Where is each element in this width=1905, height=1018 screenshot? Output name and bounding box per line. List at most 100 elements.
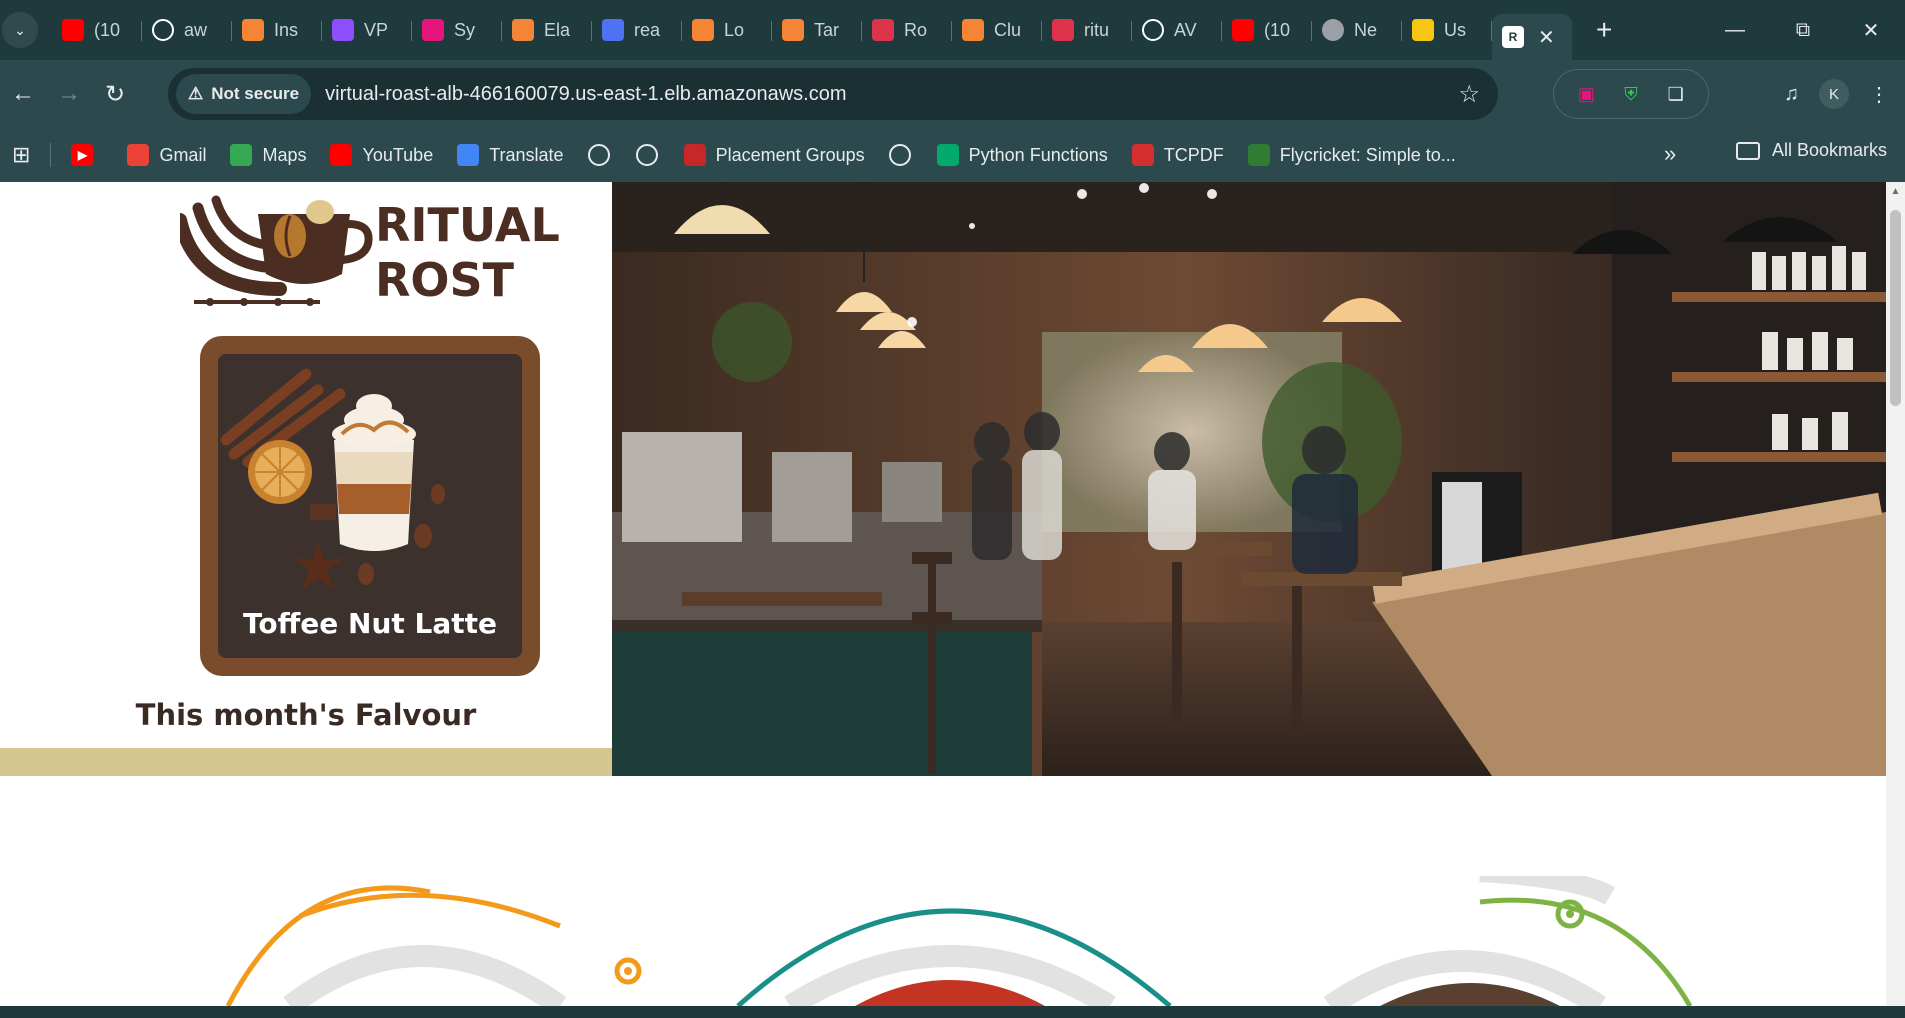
tab-label: ritu [1084,19,1110,40]
aws-rekognition-icon [602,19,624,41]
bookmark-0[interactable]: Gmail [127,144,206,166]
reload-button[interactable]: ↻ [92,71,138,117]
new-tab-button[interactable]: + [1596,14,1612,46]
bookmark-4[interactable] [587,144,620,166]
tab-13[interactable]: (10 [1222,9,1312,51]
more-menu-icon[interactable]: ⋮ [1869,82,1889,107]
browser-toolbar: ← → ↻ ⚠ Not secure virtual-roast-alb-466… [0,60,1905,128]
bookmark-7[interactable] [888,144,921,166]
tab-15[interactable]: Us [1402,9,1492,51]
media-control-icon[interactable]: ♫ [1784,83,1799,106]
extension-search-icon[interactable]: ▣ [1573,81,1599,107]
tab-4[interactable]: Sy [412,9,502,51]
all-bookmarks-label: All Bookmarks [1771,140,1887,160]
aws-target-group-icon [782,19,804,41]
bookmark-label: Maps [262,144,307,165]
tab-7[interactable]: Lo [682,9,772,51]
placement-groups-icon [683,144,706,166]
bookmark-5[interactable] [635,144,668,166]
featured-drink-card[interactable]: Toffee Nut Latte [200,336,540,676]
tab-label: (10 [94,19,121,40]
profile-avatar[interactable]: K [1819,79,1849,109]
bookmark-separator [50,143,52,167]
tab-6[interactable]: rea [592,9,682,51]
address-bar[interactable]: ⚠ Not secure virtual-roast-alb-466160079… [168,68,1498,120]
tab-14[interactable]: Ne [1312,9,1402,51]
bookmarks-overflow-icon[interactable]: » [1664,141,1676,167]
bookmark-6[interactable]: Placement Groups [683,144,865,166]
tab-2[interactable]: Ins [232,9,322,51]
featured-drink-title: Toffee Nut Latte [242,607,498,640]
feature-circle-1[interactable] [225,885,642,1006]
shield-icon[interactable]: ⛨ [1618,81,1644,107]
feature-circle-2[interactable] [736,908,1172,1006]
restore-icon[interactable]: ⧉ [1769,19,1837,42]
tab-label: Ne [1354,19,1378,40]
reload-icon: ↻ [104,80,126,108]
feature-circle-3[interactable] [1323,876,1693,1006]
site-security-chip[interactable]: ⚠ Not secure [176,74,312,114]
bookmark-label: TCPDF [1163,144,1224,165]
close-window-icon[interactable]: ✕ [1837,18,1905,43]
extensions-group: ▣ ⛨ ❏ [1553,69,1709,119]
security-label: Not secure [211,84,300,103]
all-bookmarks-button[interactable]: All Bookmarks [1735,140,1887,161]
tab-5[interactable]: Ela [502,9,592,51]
aws-load-balancer-icon [692,19,714,41]
tab-11[interactable]: ritu [1042,9,1132,51]
bookmark-1[interactable]: Maps [230,144,306,166]
tab-label: AV [1174,19,1197,40]
forward-button[interactable]: → [46,71,92,117]
window-controls: — ⧉ ✕ [1701,0,1905,60]
tab-label: (10 [1264,19,1291,40]
tab-0[interactable]: (10 [52,9,142,51]
tab-3[interactable]: VP [322,9,412,51]
scrollbar-thumb[interactable] [1890,210,1901,406]
toolbar-right: ♫ K ⋮ [1784,70,1889,118]
bookmark-2[interactable]: YouTube [330,144,433,166]
bookmark-youtube-icon-only[interactable]: ▶ [71,144,103,166]
tab-label: Ins [274,19,299,40]
arrow-left-icon: ← [11,80,35,107]
bookmark-label: Gmail [159,144,207,165]
minimize-icon[interactable]: — [1701,19,1769,42]
close-tab-icon[interactable]: ✕ [1538,25,1555,50]
apps-grid-icon[interactable]: ⊞ [12,142,30,168]
tab-label: aw [184,19,208,40]
tab-strip: ⌄ (10 aw Ins VP Sy Ela rea Lo Tar Ro Clu ritu AV (10 N… [0,0,1905,60]
tab-label: Clu [994,19,1022,40]
scroll-up-icon[interactable]: ▲ [1890,186,1901,200]
tab-label: Ela [544,19,571,40]
bookmark-9[interactable]: TCPDF [1131,144,1224,166]
tab-label: Tar [814,19,840,40]
warning-triangle-icon: ⚠ [188,84,204,103]
puzzle-icon[interactable]: ❏ [1663,81,1689,107]
bookmark-star-icon[interactable]: ☆ [1458,80,1480,109]
tabs-row: (10 aw Ins VP Sy Ela rea Lo Tar Ro Clu ritu AV (10 Ne U… [52,0,1492,60]
featured-drink-image: Toffee Nut Latte [218,354,522,658]
youtube-icon [330,144,353,166]
accent-strip [0,748,612,776]
aws-cube-icon [1412,19,1434,41]
tab-label: VP [364,19,389,40]
bookmark-3[interactable]: Translate [457,144,564,166]
tab-10[interactable]: Clu [952,9,1042,51]
bookmark-10[interactable]: Flycricket: Simple to... [1247,144,1456,166]
brand-line-2: ROST [375,253,515,307]
tab-8[interactable]: Tar [772,9,862,51]
youtube-icon [1232,19,1254,41]
tab-12[interactable]: AV [1132,9,1222,51]
globe-icon [888,144,911,166]
tab-active[interactable]: R ✕ [1492,14,1572,60]
brand-name: RITUAL ROST [375,198,560,308]
bookmark-8[interactable]: Python Functions [936,144,1108,166]
arrow-right-icon: → [57,80,81,107]
tab-9[interactable]: Ro [862,9,952,51]
page-scrollbar[interactable]: ▲ [1886,182,1905,1006]
tab-label: Us [1444,19,1466,40]
w3schools-icon [936,144,959,166]
url-text[interactable]: virtual-roast-alb-466160079.us-east-1.el… [325,83,846,106]
tab-1[interactable]: aw [142,9,232,51]
tab-search-button[interactable]: ⌄ [2,12,38,48]
back-button[interactable]: ← [0,71,46,117]
